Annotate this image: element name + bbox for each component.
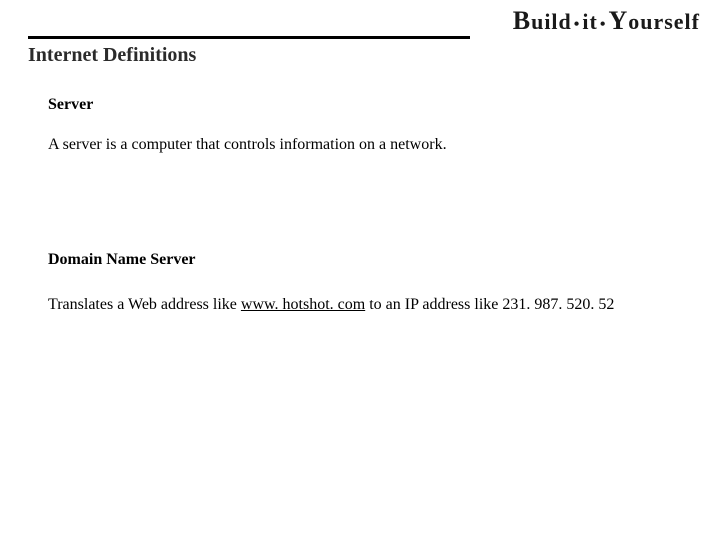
content: Server A server is a computer that contr… bbox=[48, 90, 680, 322]
logo-letter-y: Y bbox=[608, 6, 628, 35]
link-hotshot[interactable]: www. hotshot. com bbox=[241, 296, 365, 313]
logo-sep-2: • bbox=[600, 16, 607, 33]
definition-server: A server is a computer that controls inf… bbox=[48, 132, 680, 158]
logo-text-uild: uild bbox=[531, 9, 572, 34]
definition-dns-pre: Translates a Web address like bbox=[48, 296, 241, 313]
definition-dns-post: to an IP address like 231. 987. 520. 52 bbox=[365, 296, 614, 313]
logo-sep-1: • bbox=[574, 16, 581, 33]
logo-build-it-yourself: Build•it•Yourself bbox=[513, 6, 700, 36]
header: Build•it•Yourself bbox=[0, 0, 720, 50]
definition-dns: Translates a Web address like www. hotsh… bbox=[48, 287, 680, 322]
page-title: Internet Definitions bbox=[28, 44, 196, 67]
term-server: Server bbox=[48, 92, 680, 118]
logo-text-it: it bbox=[582, 9, 597, 34]
logo-text-ourself: ourself bbox=[628, 9, 700, 34]
term-dns: Domain Name Server bbox=[48, 247, 680, 273]
header-rule bbox=[28, 36, 470, 39]
logo-letter-b: B bbox=[513, 6, 531, 35]
